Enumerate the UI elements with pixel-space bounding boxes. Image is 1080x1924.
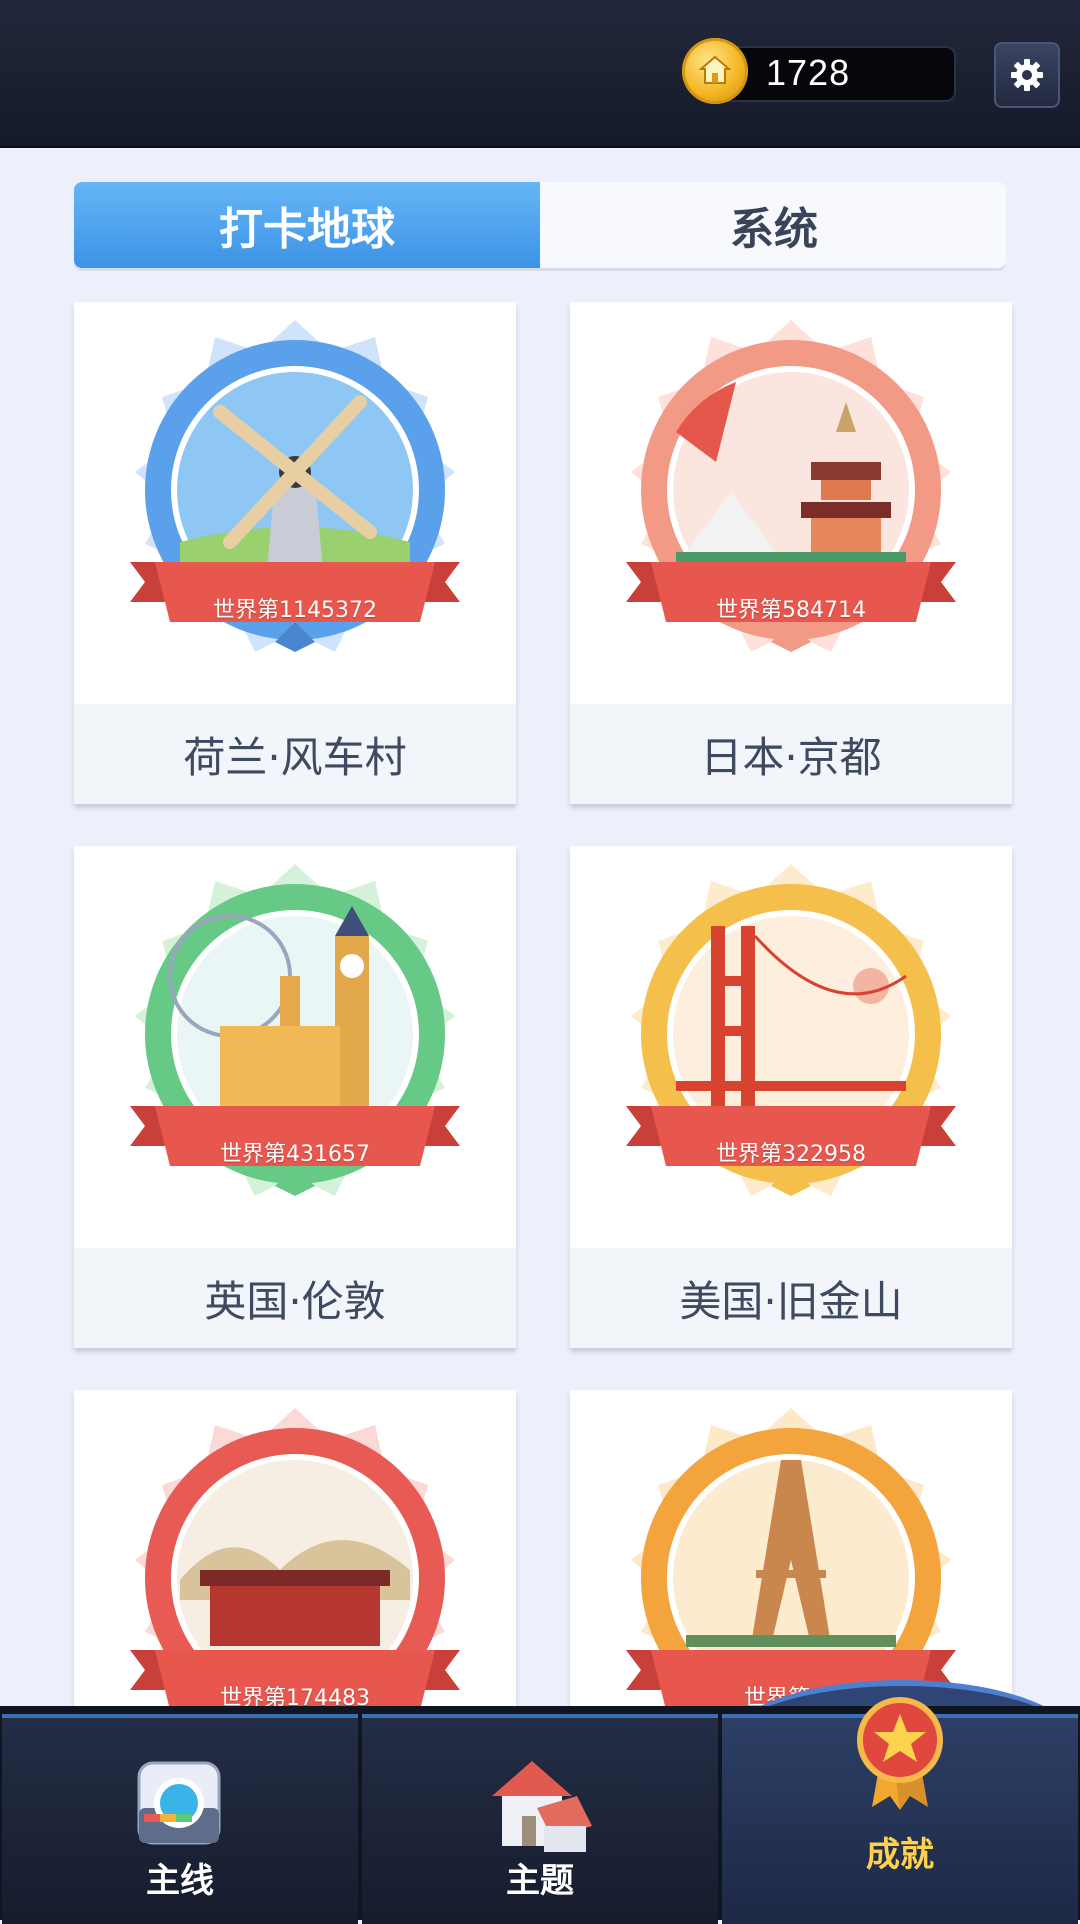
nav-label: 成就: [866, 1835, 934, 1875]
coin-house-icon: [682, 38, 748, 104]
rank-text: 世界第322958: [716, 1142, 866, 1167]
top-bar: 1728: [0, 0, 1080, 148]
nav-theme[interactable]: 主题: [362, 1714, 718, 1924]
camera-icon: [137, 1761, 221, 1845]
nav-label: 主线: [146, 1861, 214, 1901]
achievement-card-london[interactable]: 世界第431657 英国·伦敦: [74, 846, 516, 1348]
bottom-nav: 主线 主题 成就: [0, 1697, 1080, 1924]
rank-text: 世界第1145372: [213, 598, 377, 623]
card-title: 美国·旧金山: [570, 1248, 1012, 1348]
achievement-card-netherlands[interactable]: 世界第1145372 荷兰·风车村: [74, 302, 516, 804]
tab-system[interactable]: 系统: [542, 182, 1006, 268]
gear-icon: [1011, 59, 1043, 91]
rank-text: 世界第431657: [220, 1142, 370, 1167]
achievement-card-san-francisco[interactable]: 世界第322958 美国·旧金山: [570, 846, 1012, 1348]
medal-icon: [857, 1697, 943, 1810]
house-icon: [492, 1761, 592, 1852]
tab-earth-checkin[interactable]: 打卡地球: [74, 182, 540, 268]
nav-achievements[interactable]: 成就: [722, 1697, 1078, 1924]
badge-kyoto: 世界第584714: [606, 312, 976, 682]
card-title: 日本·京都: [570, 704, 1012, 804]
badge-london: 世界第431657: [110, 856, 480, 1226]
card-title: 英国·伦敦: [74, 1248, 516, 1348]
badge-san-francisco: 世界第322958: [606, 856, 976, 1226]
nav-label: 主题: [506, 1861, 574, 1901]
settings-button[interactable]: [994, 42, 1060, 108]
badge-windmill: 世界第1145372: [110, 312, 480, 682]
nav-main-line[interactable]: 主线: [2, 1714, 358, 1924]
coin-value: 1728: [766, 52, 851, 93]
achievement-card-kyoto[interactable]: 世界第584714 日本·京都: [570, 302, 1012, 804]
card-title: 荷兰·风车村: [74, 704, 516, 804]
rank-text: 世界第584714: [716, 598, 866, 623]
category-tabs: 打卡地球 系统: [74, 182, 1006, 268]
